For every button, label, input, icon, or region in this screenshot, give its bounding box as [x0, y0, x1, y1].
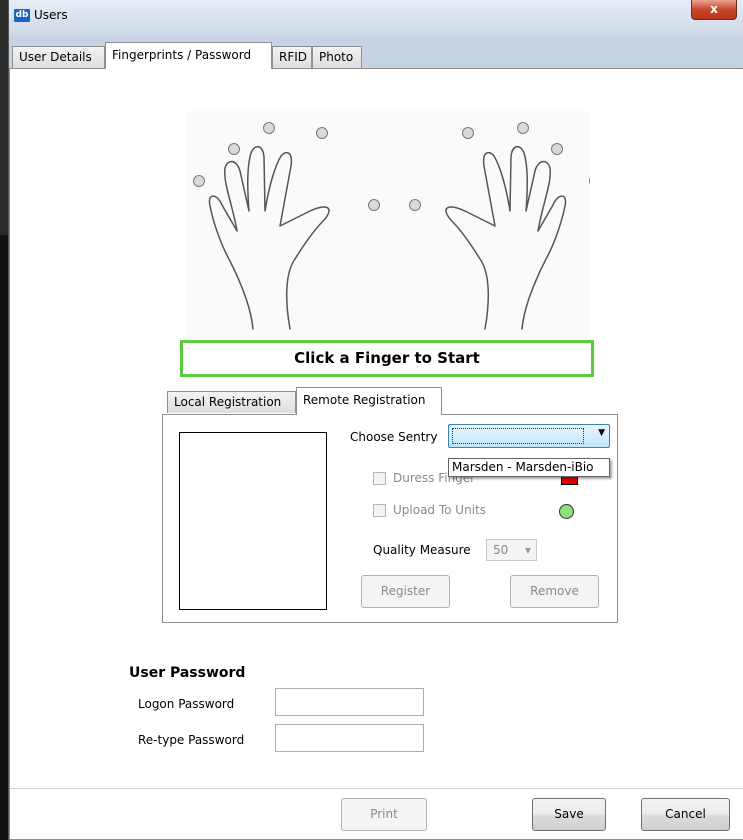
finger-left-middle[interactable] — [263, 122, 275, 134]
footer-divider — [10, 788, 743, 789]
chevron-down-icon: ▼ — [598, 428, 605, 438]
finger-right-pinky[interactable] — [589, 175, 601, 187]
finger-left-index[interactable] — [316, 127, 328, 139]
upload-to-units-label: Upload To Units — [393, 503, 486, 517]
remote-registration-panel: Choose Sentry ▼ Marsden - Marsden-iBio D… — [162, 414, 618, 623]
sentry-dropdown[interactable]: ▼ — [448, 424, 610, 448]
upload-indicator — [559, 504, 574, 519]
finger-selectors[interactable] — [193, 122, 601, 211]
window-title: Users — [34, 8, 68, 22]
register-button[interactable]: Register — [361, 575, 450, 608]
retype-password-label: Re-type Password — [138, 733, 245, 747]
logon-password-label: Logon Password — [138, 697, 235, 711]
remove-button[interactable]: Remove — [510, 575, 599, 608]
left-hand-outline — [208, 145, 330, 330]
finger-right-index[interactable] — [462, 127, 474, 139]
tab-content-panel: Click a Finger to Start Local Registrati… — [9, 68, 743, 840]
hands-diagram — [185, 111, 601, 339]
tab-user-details[interactable]: User Details — [12, 46, 105, 68]
quality-measure-label: Quality Measure — [373, 543, 471, 557]
tab-remote-registration[interactable]: Remote Registration — [296, 387, 442, 415]
title-bar[interactable]: db Users x — [9, 0, 743, 36]
tab-photo[interactable]: Photo — [312, 46, 362, 68]
print-button[interactable]: Print — [341, 798, 427, 831]
registration-tab-strip: Local Registration Remote Registration — [162, 387, 622, 415]
finger-right-middle[interactable] — [517, 122, 529, 134]
instruction-banner: Click a Finger to Start — [180, 340, 594, 377]
tab-rfid[interactable]: RFID — [272, 46, 312, 68]
retype-password-field[interactable] — [275, 724, 424, 752]
quality-measure-dropdown[interactable]: 50 ▼ — [486, 539, 537, 561]
tab-local-registration[interactable]: Local Registration — [167, 391, 296, 413]
window-left-edge-shadow — [0, 235, 8, 840]
fingerprint-preview — [179, 432, 327, 610]
cancel-button[interactable]: Cancel — [641, 798, 730, 831]
window-left-edge — [0, 0, 8, 840]
users-window: db Users x User Details Fingerprints / P… — [8, 0, 743, 840]
finger-right-thumb[interactable] — [409, 199, 421, 211]
choose-sentry-label: Choose Sentry — [350, 430, 438, 444]
finger-left-ring[interactable] — [228, 143, 240, 155]
quality-measure-value: 50 — [493, 543, 509, 557]
finger-left-pinky[interactable] — [193, 175, 205, 187]
app-logo-icon: db — [14, 9, 30, 22]
close-button[interactable]: x — [691, 0, 737, 20]
sentry-option[interactable]: Marsden - Marsden-iBio — [448, 458, 610, 477]
user-password-heading: User Password — [129, 665, 246, 681]
focus-rectangle — [452, 428, 584, 444]
logon-password-field[interactable] — [275, 688, 424, 716]
tab-fingerprints-password[interactable]: Fingerprints / Password — [105, 42, 272, 69]
save-button[interactable]: Save — [532, 798, 606, 831]
finger-right-ring[interactable] — [551, 143, 563, 155]
main-tab-strip: User Details Fingerprints / Password RFI… — [9, 42, 743, 69]
finger-left-thumb[interactable] — [368, 199, 380, 211]
duress-finger-checkbox[interactable] — [373, 472, 386, 485]
upload-to-units-checkbox[interactable] — [373, 504, 386, 517]
right-hand-outline — [445, 145, 567, 330]
chevron-down-icon: ▼ — [524, 546, 531, 555]
hands-svg — [193, 122, 601, 330]
